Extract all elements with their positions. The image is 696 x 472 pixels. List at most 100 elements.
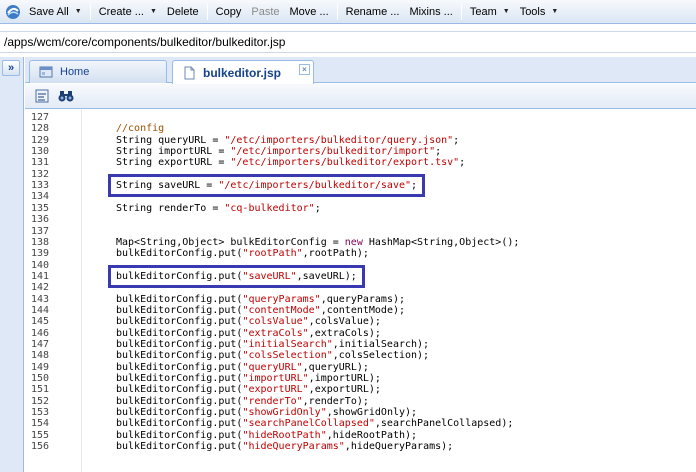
line-number: 131 — [31, 157, 50, 169]
line-number: 130 — [31, 146, 50, 158]
expand-panel-button[interactable]: » — [2, 60, 20, 76]
close-tab-icon[interactable]: × — [299, 64, 310, 75]
toolbar-separator — [336, 3, 338, 20]
line-number: 129 — [31, 134, 50, 146]
dropdown-arrow-icon: ▼ — [551, 8, 559, 15]
code-line: 154 bulkEditorConfig.put("searchPanelColl… — [25, 418, 696, 429]
line-number: 137 — [31, 225, 50, 237]
line-code: String exportURL = "/etc/importers/bulke… — [116, 157, 466, 169]
line-number: 145 — [31, 316, 50, 328]
line-code: //config — [116, 123, 165, 135]
line-code: Map<String,Object> bulkEditorConfig = ne… — [116, 236, 520, 248]
line-number: 146 — [31, 327, 50, 339]
line-code: bulkEditorConfig.put("colsSelection",col… — [116, 350, 430, 362]
code-line: 136 — [25, 214, 696, 225]
code-editor[interactable]: 127 128 //config 129 String queryURL = "/etc… — [25, 110, 696, 472]
code-line: 135 String renderTo = "cq-bulkeditor"; — [25, 203, 696, 214]
tab-bulkeditor-jsp[interactable]: bulkeditor.jsp × — [172, 60, 314, 84]
home-icon — [38, 64, 54, 80]
line-code: bulkEditorConfig.put("colsValue",colsVal… — [116, 316, 381, 328]
line-number: 155 — [31, 429, 50, 441]
line-number: 128 — [31, 123, 50, 135]
line-code: bulkEditorConfig.put("extraCols",extraCo… — [116, 327, 381, 339]
toolbar-create-button[interactable]: Create ... ▼ — [94, 2, 162, 22]
crxde-logo-icon — [2, 1, 24, 23]
toolbar-mixins-button[interactable]: Mixins ... — [404, 2, 457, 22]
dropdown-arrow-icon: ▼ — [502, 8, 510, 15]
code-line: 131 String exportURL = "/etc/importers/bu… — [25, 157, 696, 168]
toolbar-delete-button[interactable]: Delete — [162, 2, 204, 22]
line-number: 148 — [31, 350, 50, 362]
main-toolbar: Save All ▼ Create ... ▼ Delete Copy Paste Move … — [0, 0, 696, 24]
find-binoculars-icon[interactable] — [57, 87, 75, 105]
left-panel-collapsed: » — [0, 57, 24, 472]
line-number: 147 — [31, 339, 50, 350]
toolbar-team-button[interactable]: Team ▼ — [465, 2, 515, 22]
code-line: 146 bulkEditorConfig.put("extraCols",extr… — [25, 328, 696, 339]
code-line: 130 String importURL = "/etc/importers/bu… — [25, 146, 696, 157]
code-line: 134 — [25, 191, 696, 202]
line-code: bulkEditorConfig.put("hideQueryParams",h… — [116, 441, 454, 453]
code-line: 144 bulkEditorConfig.put("contentMode",co… — [25, 305, 696, 316]
tab-home-label: Home — [60, 66, 90, 78]
line-code: bulkEditorConfig.put("queryParams",query… — [116, 293, 406, 305]
current-path: /apps/wcm/core/components/bulkeditor/bul… — [4, 35, 286, 49]
toolbar-copy-button[interactable]: Copy — [211, 2, 247, 22]
code-line: 143 bulkEditorConfig.put("queryParams",qu… — [25, 294, 696, 305]
code-line: 128 //config — [25, 123, 696, 134]
line-number: 138 — [31, 236, 50, 248]
line-number: 133 — [31, 180, 50, 192]
toolbar-rename-button[interactable]: Rename ... — [341, 2, 405, 22]
expand-icon: » — [7, 62, 15, 74]
toolbar-button-label: Save All — [29, 5, 69, 18]
code-line: 150 bulkEditorConfig.put("importURL",impo… — [25, 373, 696, 384]
line-number: 132 — [31, 168, 50, 180]
line-number: 152 — [31, 395, 50, 407]
editor-toolbar — [25, 84, 696, 109]
line-code: bulkEditorConfig.put("renderTo",renderTo… — [116, 395, 369, 407]
tab-home[interactable]: Home — [29, 60, 167, 83]
code-line: 152 bulkEditorConfig.put("renderTo",rende… — [25, 396, 696, 407]
toolbar-move-button[interactable]: Move ... — [285, 2, 334, 22]
code-line: 139 bulkEditorConfig.put("rootPath",rootP… — [25, 248, 696, 259]
line-code: bulkEditorConfig.put("initialSearch",ini… — [116, 339, 430, 350]
dropdown-arrow-icon: ▼ — [74, 8, 82, 15]
line-number: 140 — [31, 259, 50, 271]
code-line: 129 String queryURL = "/etc/importers/bul… — [25, 135, 696, 146]
line-code: String queryURL = "/etc/importers/bulked… — [116, 134, 460, 146]
toolbar-save-all-button[interactable]: Save All ▼ — [24, 2, 87, 22]
code-line: 145 bulkEditorConfig.put("colsValue",cols… — [25, 316, 696, 327]
tab-jsp-label: bulkeditor.jsp — [203, 65, 282, 80]
line-code: String importURL = "/etc/importers/bulke… — [116, 146, 442, 158]
toolbar-paste-button[interactable]: Paste — [246, 2, 284, 22]
toolbar-tools-button[interactable]: Tools ▼ — [515, 2, 564, 22]
code-line: 149 bulkEditorConfig.put("queryURL",query… — [25, 362, 696, 373]
line-code: bulkEditorConfig.put("rootPath",rootPath… — [116, 248, 369, 260]
line-number: 134 — [31, 191, 50, 203]
toolbar-separator — [89, 3, 91, 20]
toolbar-items: Save All ▼ Create ... ▼ Delete Copy Paste Move … — [24, 2, 563, 22]
line-code: bulkEditorConfig.put("queryURL",queryURL… — [116, 361, 369, 373]
file-icon — [181, 65, 197, 81]
toolbar-button-label: Create ... — [98, 5, 144, 18]
line-code: String renderTo = "cq-bulkeditor"; — [116, 202, 321, 214]
toolbar-button-label: Tools — [519, 5, 546, 18]
line-code: bulkEditorConfig.put("hideRootPath",hide… — [116, 429, 418, 441]
line-number: 153 — [31, 407, 50, 419]
path-bar[interactable]: /apps/wcm/core/components/bulkeditor/bul… — [0, 31, 696, 53]
line-number: 135 — [31, 202, 50, 214]
line-number: 142 — [31, 282, 50, 294]
format-code-icon[interactable] — [33, 87, 51, 105]
line-code: bulkEditorConfig.put("contentMode",conte… — [116, 304, 406, 316]
toolbar-button-label: Paste — [251, 5, 280, 18]
line-number: 144 — [31, 304, 50, 316]
code-line: 153 bulkEditorConfig.put("showGridOnly",s… — [25, 407, 696, 418]
line-number: 149 — [31, 361, 50, 373]
code-line: 138 Map<String,Object> bulkEditorConfig =… — [25, 237, 696, 248]
toolbar-separator — [206, 3, 208, 20]
toolbar-button-label: Team — [469, 5, 497, 18]
code-line: 148 bulkEditorConfig.put("colsSelection",… — [25, 350, 696, 361]
toolbar-button-label: Mixins ... — [409, 5, 453, 18]
toolbar-button-label: Move ... — [289, 5, 329, 18]
toolbar-button-label: Copy — [215, 5, 242, 18]
